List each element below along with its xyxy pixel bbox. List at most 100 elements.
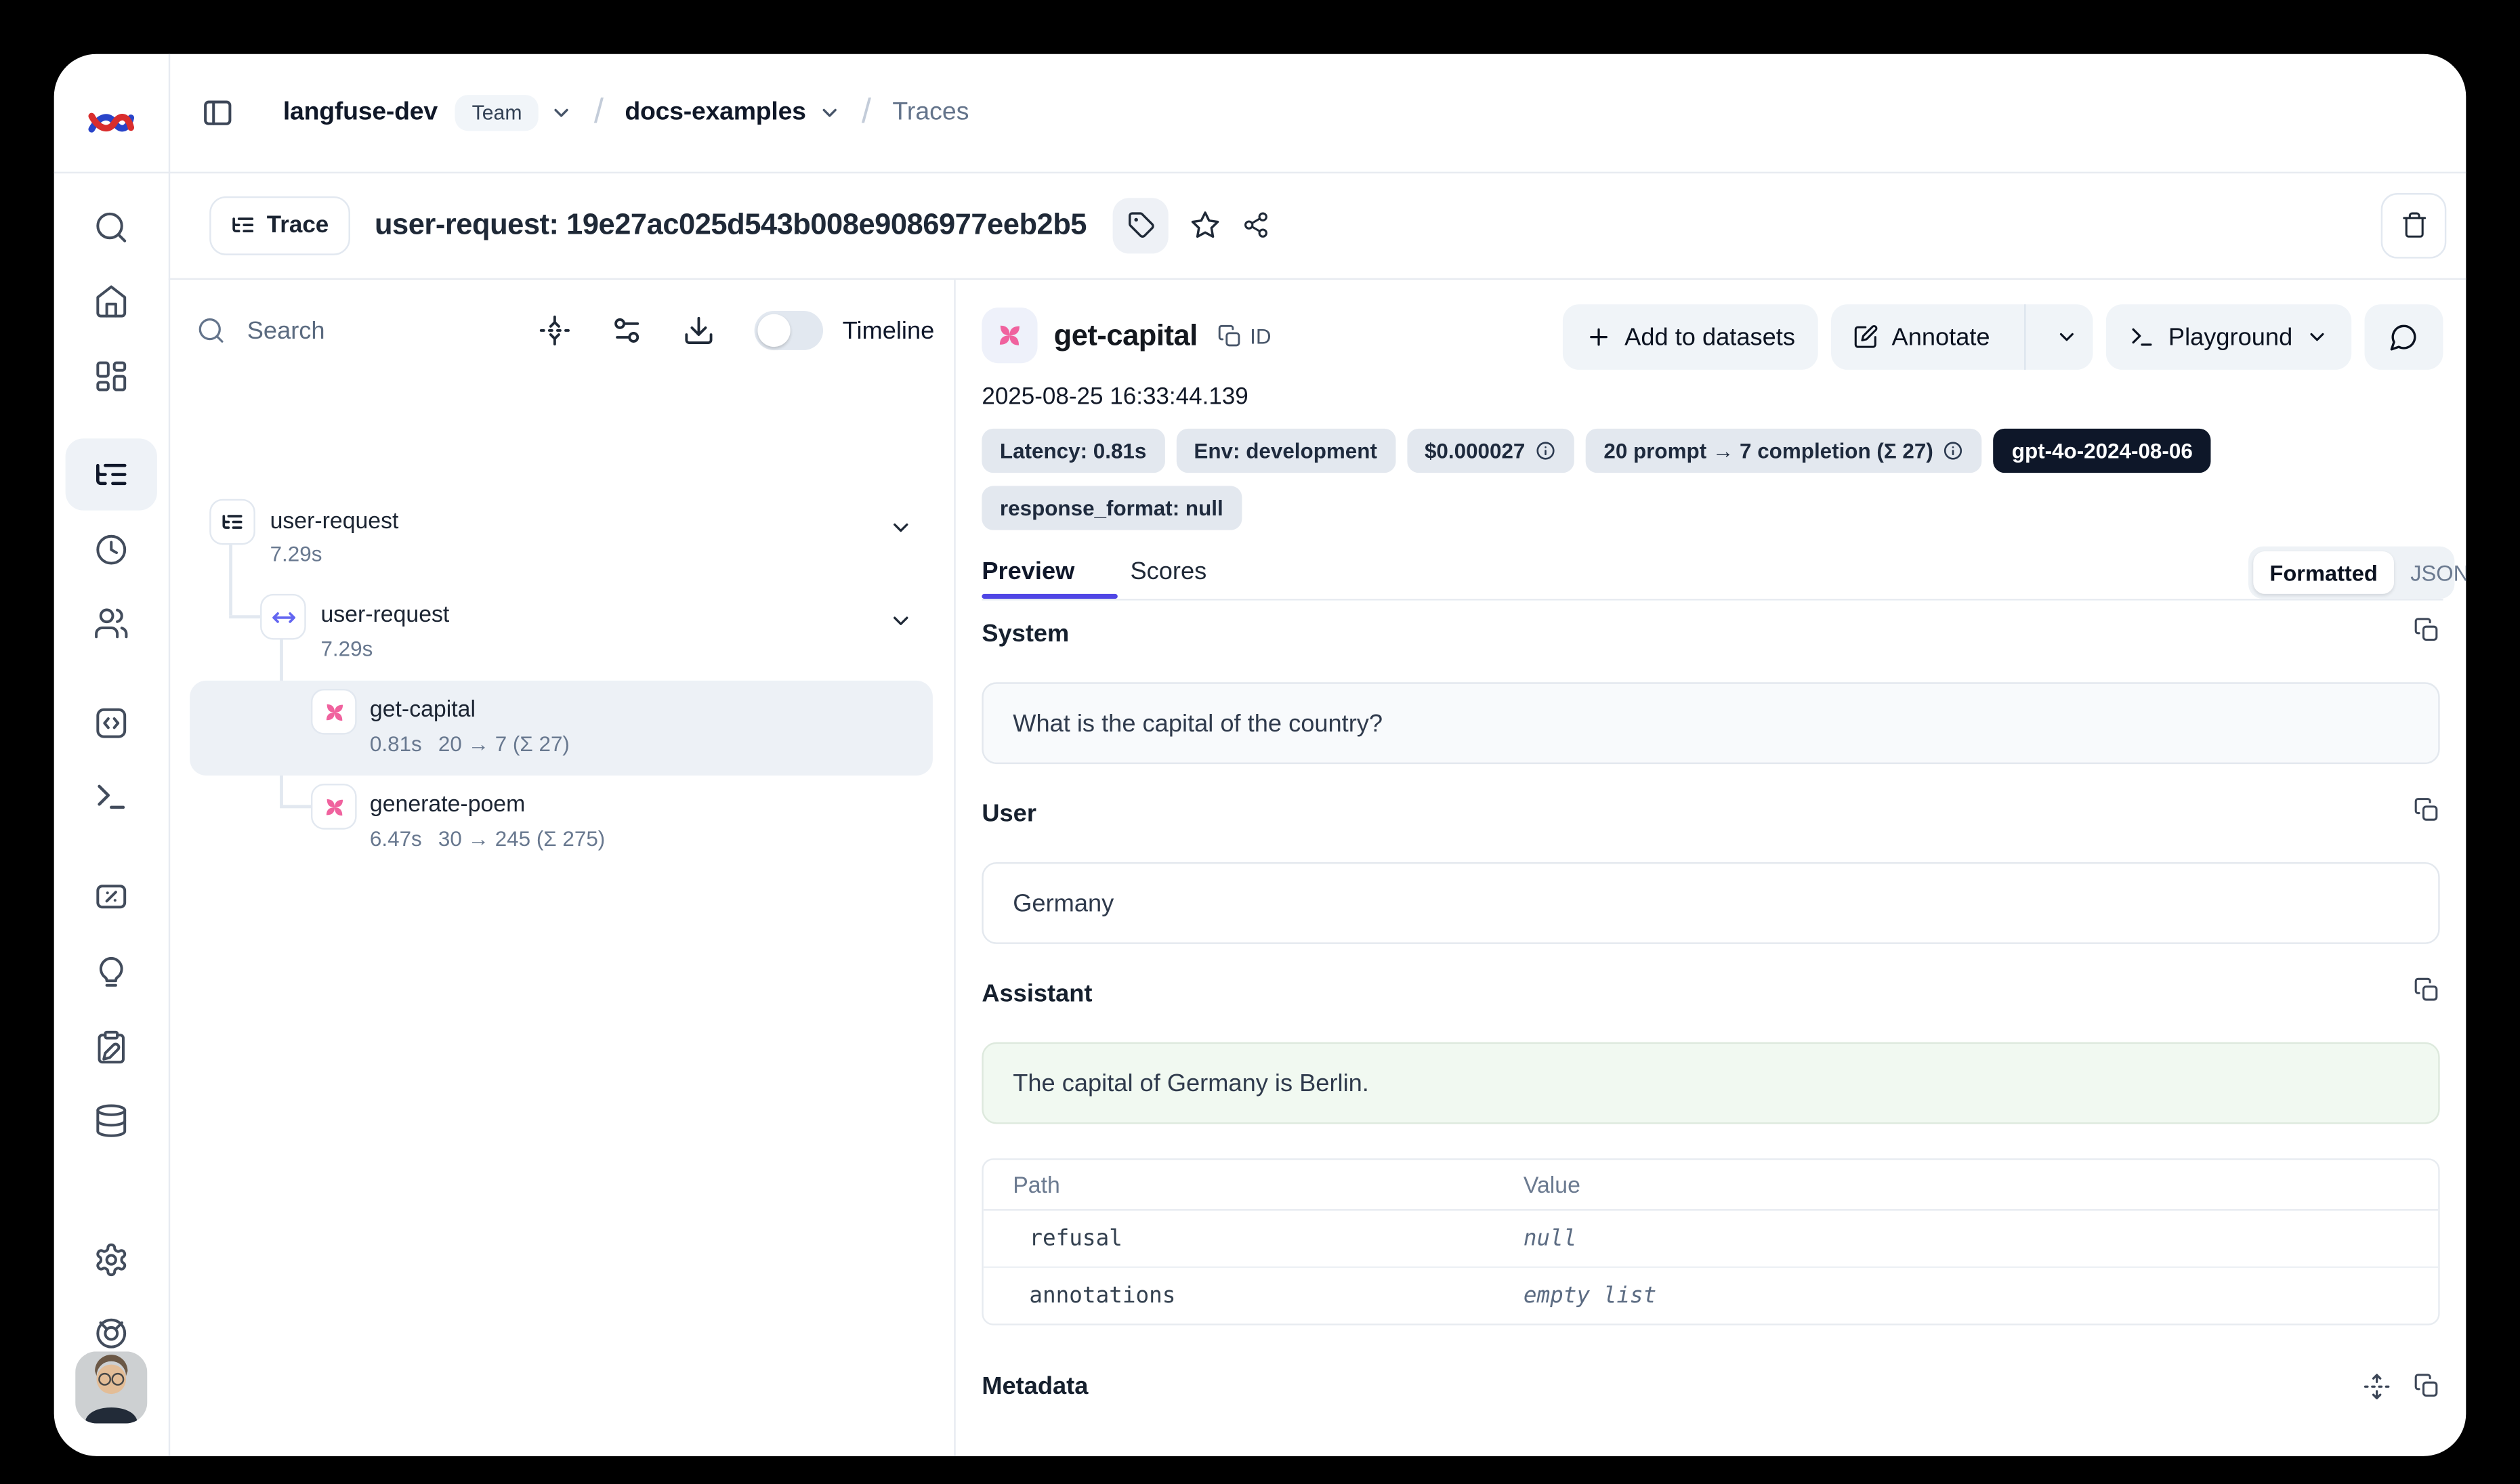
sessions-icon[interactable]	[93, 532, 129, 568]
tree-row-duration: 7.29s	[270, 542, 322, 566]
path-cell: annotations	[984, 1283, 1524, 1309]
evaluation-icon[interactable]	[93, 878, 129, 914]
home-icon[interactable]	[93, 283, 129, 319]
project-type-badge: Team	[456, 95, 539, 131]
download-icon[interactable]	[682, 314, 715, 347]
view-toggle: Formatted JSON	[2248, 547, 2454, 599]
chevron-down-icon[interactable]	[889, 515, 913, 540]
support-icon[interactable]	[93, 1315, 129, 1351]
response-format-badge: response_format: null	[982, 486, 1241, 530]
star-icon[interactable]	[1190, 209, 1221, 240]
playground-icon[interactable]	[93, 779, 129, 815]
users-icon[interactable]	[93, 606, 129, 641]
tree-row-duration: 6.47s	[370, 826, 422, 851]
annotate-menu-chevron-icon[interactable]	[2039, 304, 2093, 370]
breadcrumb-page[interactable]: Traces	[892, 98, 969, 127]
message-content: The capital of Germany is Berlin.	[982, 1042, 2439, 1124]
table-row: refusal null	[984, 1211, 2438, 1267]
langfuse-logo	[87, 103, 135, 142]
span-node-icon	[260, 594, 306, 640]
tree-row-duration: 7.29s	[320, 637, 373, 661]
path-cell: refusal	[984, 1225, 1524, 1252]
trace-type-badge: Trace	[209, 196, 350, 255]
insights-icon[interactable]	[93, 954, 129, 990]
expand-vertical-icon[interactable]	[2363, 1373, 2391, 1401]
info-icon[interactable]	[1943, 440, 1964, 461]
filter-settings-icon[interactable]	[610, 314, 643, 347]
playground-button[interactable]: Playground	[2106, 304, 2351, 370]
delete-button[interactable]	[2381, 192, 2447, 258]
tabs-border	[982, 599, 2443, 600]
observation-badges: Latency: 0.81s Env: development $0.00002…	[982, 429, 2210, 473]
breadcrumb-project[interactable]: langfuse-dev	[283, 98, 438, 127]
search-input[interactable]	[244, 315, 499, 346]
app-window: langfuse-dev Team / docs-examples / Trac…	[54, 54, 2466, 1456]
avatar[interactable]	[75, 1351, 147, 1423]
annotation-icon[interactable]	[93, 1029, 129, 1065]
table-header-row: Path Value	[984, 1160, 2438, 1211]
tab-preview[interactable]: Preview	[982, 558, 1074, 586]
view-formatted[interactable]: Formatted	[2253, 551, 2394, 594]
metadata-label: Metadata	[982, 1373, 1088, 1401]
annotate-button[interactable]: Annotate	[1831, 304, 2011, 370]
copy-icon[interactable]	[2414, 977, 2440, 1003]
settings-icon[interactable]	[93, 1242, 129, 1277]
generation-node-icon	[311, 689, 357, 735]
tree-row-label[interactable]: user-request	[320, 601, 449, 627]
id-label: ID	[1250, 323, 1271, 347]
tree-connector	[280, 805, 311, 807]
search-icon[interactable]	[93, 209, 129, 245]
stage: langfuse-dev Team / docs-examples / Trac…	[0, 0, 2520, 1484]
button-divider	[2024, 304, 2025, 370]
cost-badge: $0.000027	[1406, 429, 1574, 473]
copy-icon[interactable]	[2414, 617, 2440, 643]
trace-tree: user-request 7.29s user-request 7.29s	[170, 385, 954, 1456]
prompts-icon[interactable]	[93, 705, 129, 741]
tab-scores[interactable]: Scores	[1130, 558, 1206, 586]
tree-row-label[interactable]: user-request	[270, 507, 399, 534]
message-role-label: System	[982, 620, 1069, 648]
sidebar-toggle-icon[interactable]	[201, 97, 234, 129]
message-role-label: Assistant	[982, 980, 1092, 1008]
tag-icon[interactable]	[1113, 197, 1169, 253]
chevron-down-icon[interactable]	[550, 102, 573, 125]
add-to-datasets-button[interactable]: Add to datasets	[1562, 304, 1818, 370]
tree-row-tokens: 30 → 245 (Σ 275)	[438, 826, 605, 851]
collapse-vertical-icon[interactable]	[538, 314, 570, 347]
generation-node-icon	[311, 784, 357, 830]
tree-row-tokens: 20 → 7 (Σ 27)	[438, 732, 570, 756]
tree-toolbar: Timeline	[196, 295, 934, 366]
comment-button[interactable]	[2365, 304, 2443, 370]
dashboard-icon[interactable]	[93, 358, 129, 394]
tree-connector	[229, 545, 232, 615]
share-icon[interactable]	[1242, 211, 1270, 239]
breadcrumb: langfuse-dev Team / docs-examples / Trac…	[201, 54, 969, 172]
breadcrumb-environment[interactable]: docs-examples	[625, 98, 805, 127]
tree-row-duration: 0.81s	[370, 732, 422, 756]
tree-connector	[229, 615, 260, 618]
column-header: Path	[984, 1172, 1524, 1198]
observation-badges-row2: response_format: null	[982, 486, 1241, 530]
message-role-label: User	[982, 800, 1036, 828]
chevron-down-icon[interactable]	[818, 102, 841, 125]
value-cell: empty list	[1524, 1283, 2438, 1309]
copy-icon[interactable]	[2414, 1373, 2440, 1399]
tree-row-label[interactable]: generate-poem	[370, 790, 525, 817]
observation-title: get-capital	[1054, 318, 1198, 353]
breadcrumb-separator: /	[594, 93, 604, 133]
datasets-icon[interactable]	[93, 1103, 129, 1139]
timeline-toggle[interactable]	[754, 311, 822, 350]
copy-icon[interactable]	[2414, 797, 2440, 823]
copy-id-icon[interactable]	[1217, 323, 1242, 347]
trace-header: Trace user-request: 19e27ac025d543b008e9…	[169, 172, 2466, 278]
chevron-down-icon[interactable]	[889, 609, 913, 633]
observation-panel: get-capital ID Add to datasets Annotate	[956, 280, 2466, 1456]
info-icon[interactable]	[1535, 440, 1556, 461]
view-json[interactable]: JSON	[2394, 551, 2466, 594]
value-cell: null	[1524, 1225, 2438, 1252]
model-badge[interactable]: gpt-4o-2024-08-06	[1994, 429, 2210, 473]
search-icon	[196, 316, 226, 345]
tree-row-label[interactable]: get-capital	[370, 696, 476, 722]
breadcrumb-separator: /	[862, 93, 871, 133]
tracing-icon[interactable]	[93, 457, 129, 492]
